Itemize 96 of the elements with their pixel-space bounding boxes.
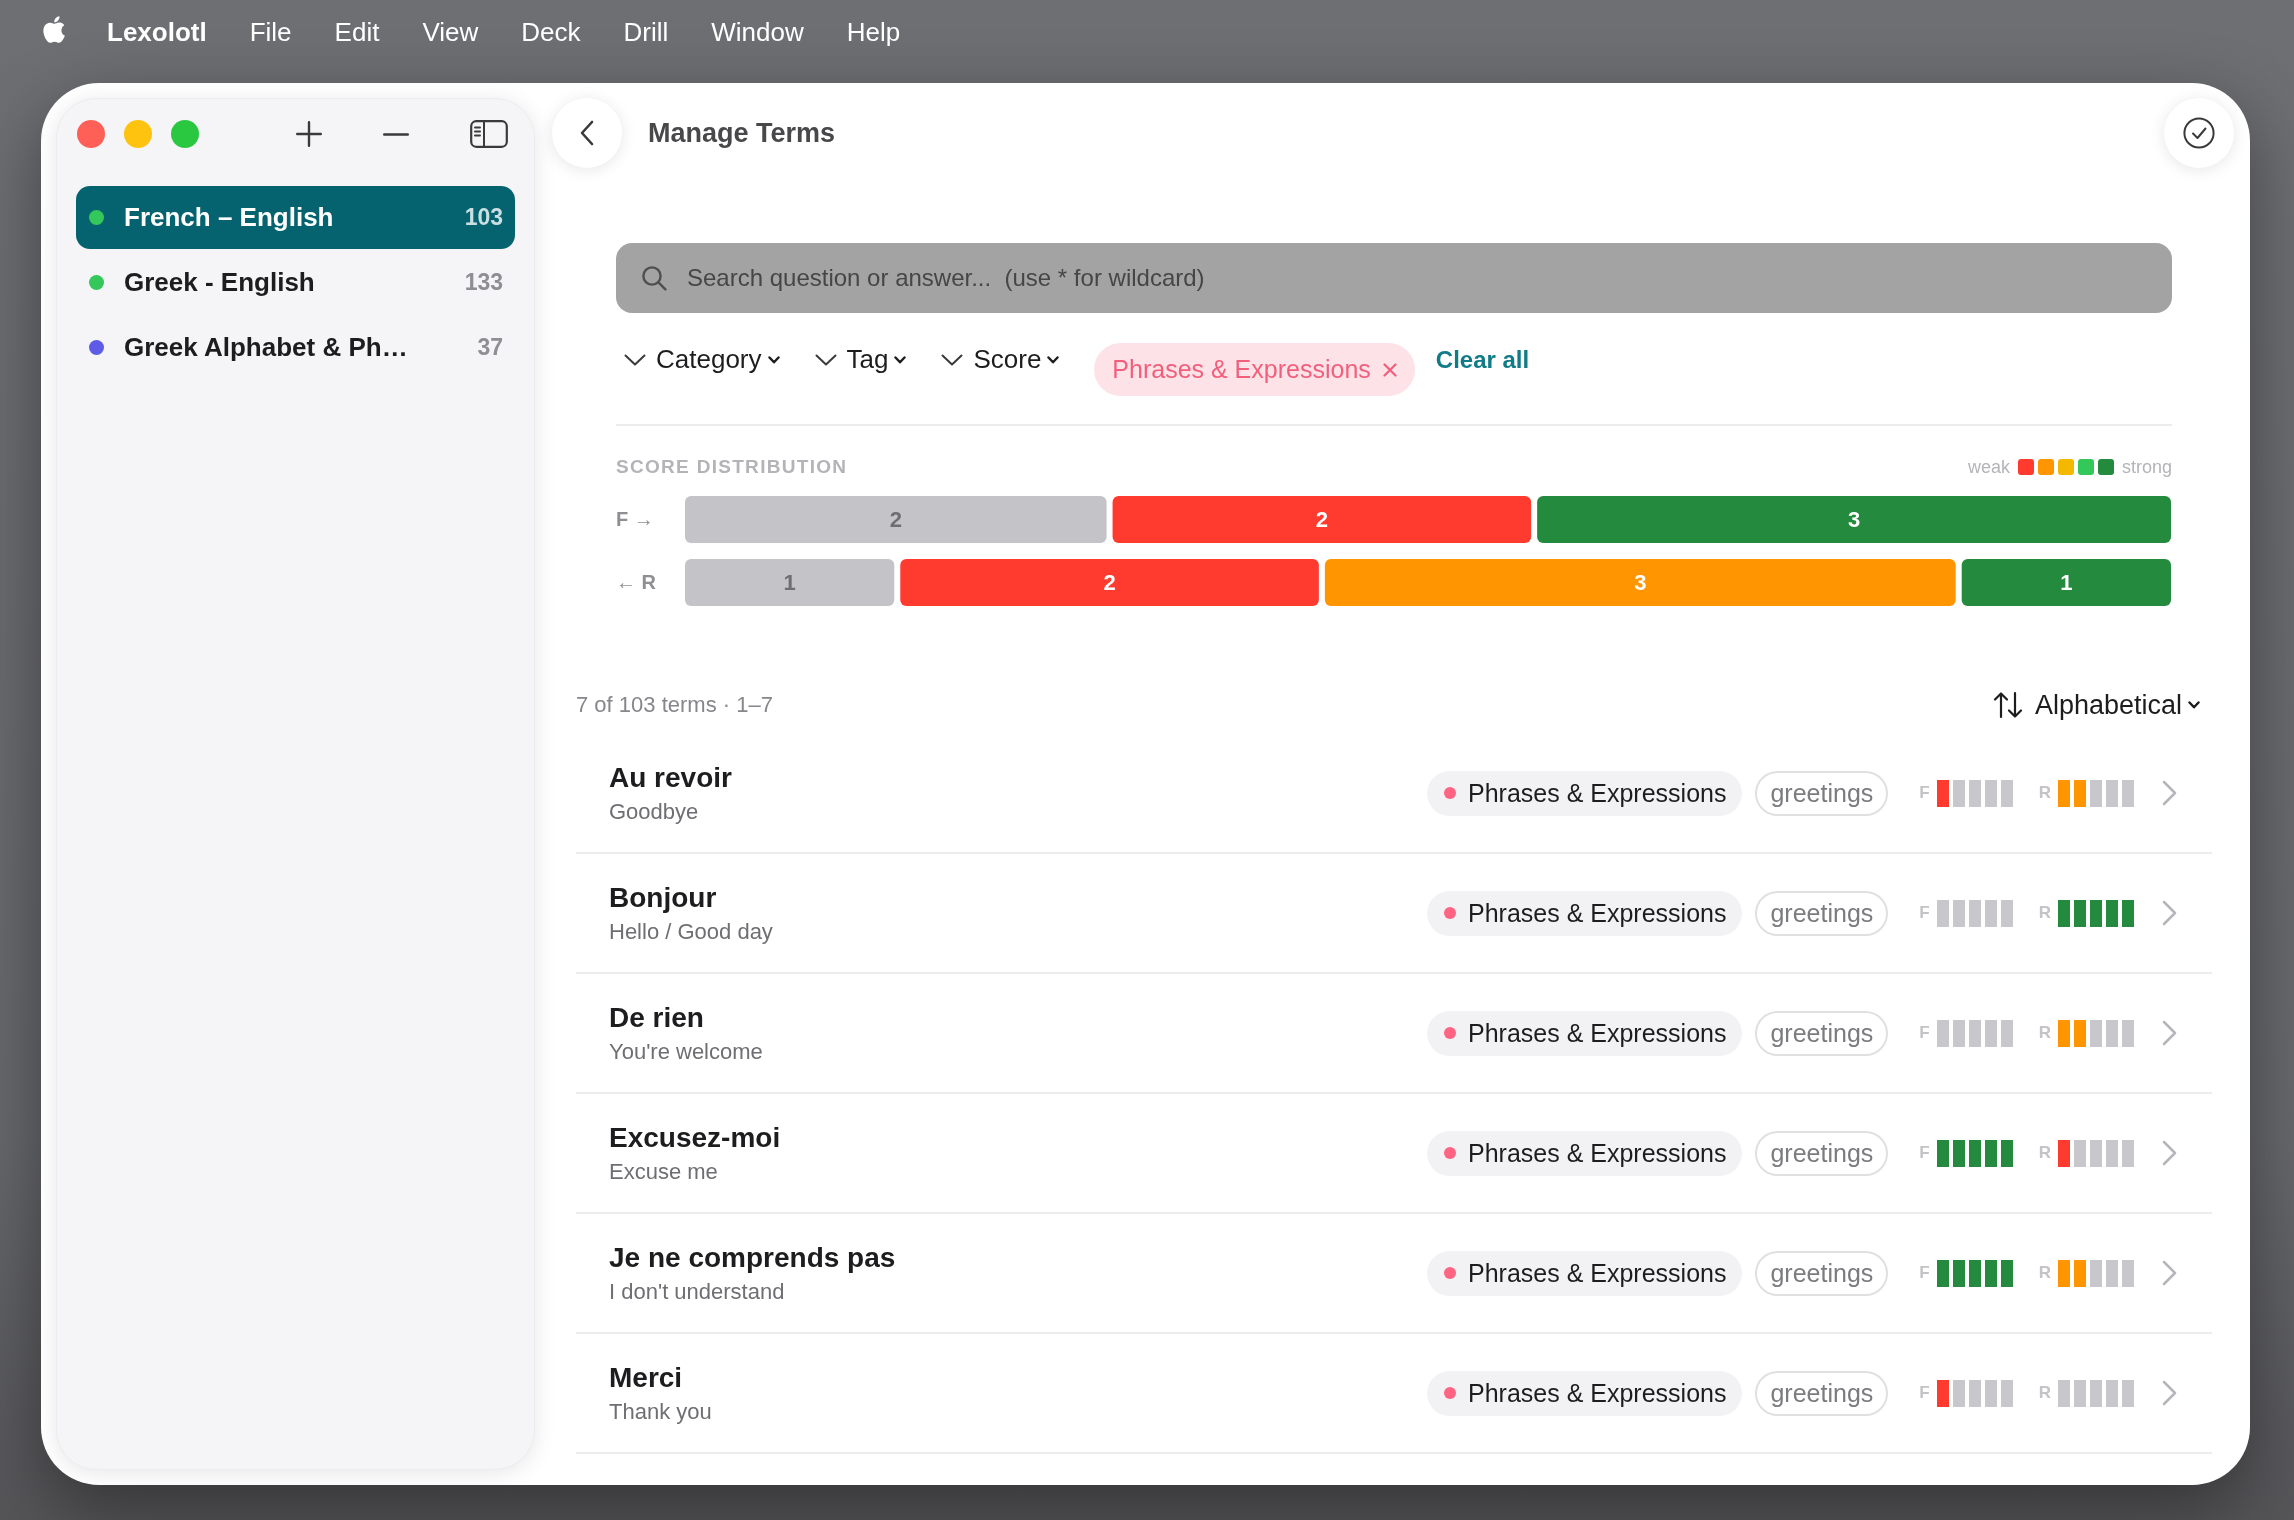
chevron-right-icon	[2162, 1140, 2177, 1166]
tag-label: greetings	[1755, 1130, 1889, 1176]
bar-value-label: 1	[783, 570, 796, 595]
term-translation: I don't understand	[609, 1279, 785, 1305]
close-window-button[interactable]	[77, 120, 105, 148]
deck-list-item[interactable]: Greek - English 133	[76, 251, 515, 314]
menu-item[interactable]: Deck	[521, 16, 581, 48]
search-field[interactable]: Search question or answer... (use * for wildcard)	[616, 243, 2172, 313]
menu-item[interactable]: File	[249, 16, 292, 48]
chevron-left-icon	[580, 120, 594, 146]
close-icon[interactable]	[1382, 362, 1397, 377]
category-name: Phrases & Expressions	[1468, 1018, 1727, 1048]
deck-list-item[interactable]: Greek Alphabet & Ph… 37	[76, 316, 515, 379]
bar-value-label: 2	[889, 507, 902, 532]
section-title: SCORE DISTRIBUTION	[616, 456, 848, 478]
minus-icon[interactable]	[383, 132, 409, 136]
bar-value-label: 3	[1634, 570, 1647, 595]
tag-label: greetings	[1755, 1370, 1889, 1416]
score-direction-label: R	[2038, 1383, 2051, 1403]
score-direction-label: R	[2038, 1143, 2051, 1163]
menu-item[interactable]: Help	[846, 16, 901, 48]
result-count: 7 of 103 terms · 1–7	[576, 692, 773, 718]
category-name: Phrases & Expressions	[1468, 1138, 1727, 1168]
chevron-down-icon	[894, 355, 907, 364]
category-name: Phrases & Expressions	[1468, 778, 1727, 808]
bar-value-label: 2	[1315, 507, 1328, 532]
bar-value-label: 3	[1847, 507, 1861, 532]
bar-value-label: 1	[2060, 570, 2073, 595]
score-direction-label: R	[2038, 1263, 2051, 1283]
filter-dropdown[interactable]: Tag	[814, 344, 907, 375]
term-title: Je ne comprends pas	[609, 1241, 896, 1275]
term-translation: You're welcome	[609, 1039, 763, 1065]
deck-count: 37	[477, 334, 503, 361]
plus-icon[interactable]	[296, 121, 322, 147]
term-row[interactable]: De rien You're welcome Phrases & Expressions greetings F R	[576, 974, 2212, 1094]
score-direction-label: F	[1919, 1383, 1930, 1403]
legend-label: weak	[1967, 456, 2010, 478]
term-translation: Excuse me	[609, 1159, 718, 1185]
filter-dropdown[interactable]: Score	[941, 344, 1060, 375]
menu-item[interactable]: Edit	[334, 16, 380, 48]
term-title: Bonjour	[609, 881, 717, 915]
term-title: Excusez-moi	[609, 1121, 781, 1155]
tag-label: greetings	[1755, 1250, 1889, 1296]
category-name: Phrases & Expressions	[1468, 1378, 1727, 1408]
chevron-right-icon	[2162, 780, 2177, 806]
deck-count: 103	[464, 204, 503, 231]
page-title: Manage Terms	[648, 117, 836, 149]
score-direction-label: R	[2038, 783, 2051, 803]
app-menu[interactable]: Lexolotl	[107, 16, 207, 48]
tag-label: greetings	[1755, 890, 1889, 936]
menu-item[interactable]: Drill	[623, 16, 669, 48]
chevron-down-icon	[941, 353, 964, 366]
menu-item[interactable]: View	[422, 16, 479, 48]
chevron-right-icon	[2162, 1260, 2177, 1286]
score-direction-label: F	[1919, 903, 1930, 923]
term-row[interactable]: Merci Thank you Phrases & Expressions greetings F R	[576, 1334, 2212, 1454]
chevron-down-icon	[1047, 355, 1060, 364]
term-translation: Hello / Good day	[609, 919, 773, 945]
category-name: Phrases & Expressions	[1468, 1258, 1727, 1288]
chevron-down-icon	[814, 353, 837, 366]
filter-dropdown[interactable]: Category	[624, 344, 780, 375]
axis-label: ← R	[616, 570, 656, 595]
score-direction-label: F	[1919, 1263, 1930, 1283]
sort-arrows-icon	[1992, 691, 2023, 719]
chevron-right-icon	[2162, 1020, 2177, 1046]
chevron-right-icon	[2162, 900, 2177, 926]
term-title: Merci	[609, 1361, 683, 1395]
term-row[interactable]: Au revoir Goodbye Phrases & Expressions greetings F R	[576, 734, 2212, 854]
score-direction-label: F	[1919, 783, 1930, 803]
sidebar-icon[interactable]	[470, 120, 508, 148]
legend-label: strong	[2121, 456, 2172, 478]
menu-item[interactable]: Window	[711, 16, 804, 48]
score-direction-label: F	[1919, 1143, 1930, 1163]
clear-all-link[interactable]: Clear all	[1435, 345, 1530, 374]
term-title: De rien	[609, 1001, 704, 1035]
chevron-down-icon	[767, 355, 780, 364]
chevron-down-icon	[2188, 701, 2200, 709]
category-name: Phrases & Expressions	[1468, 898, 1727, 928]
deck-count: 133	[464, 269, 503, 296]
sort-button[interactable]: Alphabetical	[1992, 689, 2200, 721]
checkmark-circle-icon	[2183, 117, 2215, 149]
bar-value-label: 2	[1103, 570, 1116, 595]
score-direction-label: F	[1919, 1023, 1930, 1043]
chevron-right-icon	[2162, 1380, 2177, 1406]
search-icon	[641, 265, 667, 291]
score-direction-label: R	[2038, 903, 2051, 923]
tag-label: greetings	[1755, 1010, 1889, 1056]
term-title: Au revoir	[609, 761, 732, 795]
term-translation: Thank you	[609, 1399, 712, 1425]
deck-list-item[interactable]: French – English 103	[76, 186, 515, 249]
chevron-down-icon	[624, 353, 646, 366]
score-direction-label: R	[2038, 1023, 2051, 1043]
apple-icon[interactable]	[42, 16, 66, 44]
axis-label: F →	[616, 507, 654, 532]
term-translation: Goodbye	[609, 799, 699, 825]
tag-label: greetings	[1755, 770, 1889, 816]
